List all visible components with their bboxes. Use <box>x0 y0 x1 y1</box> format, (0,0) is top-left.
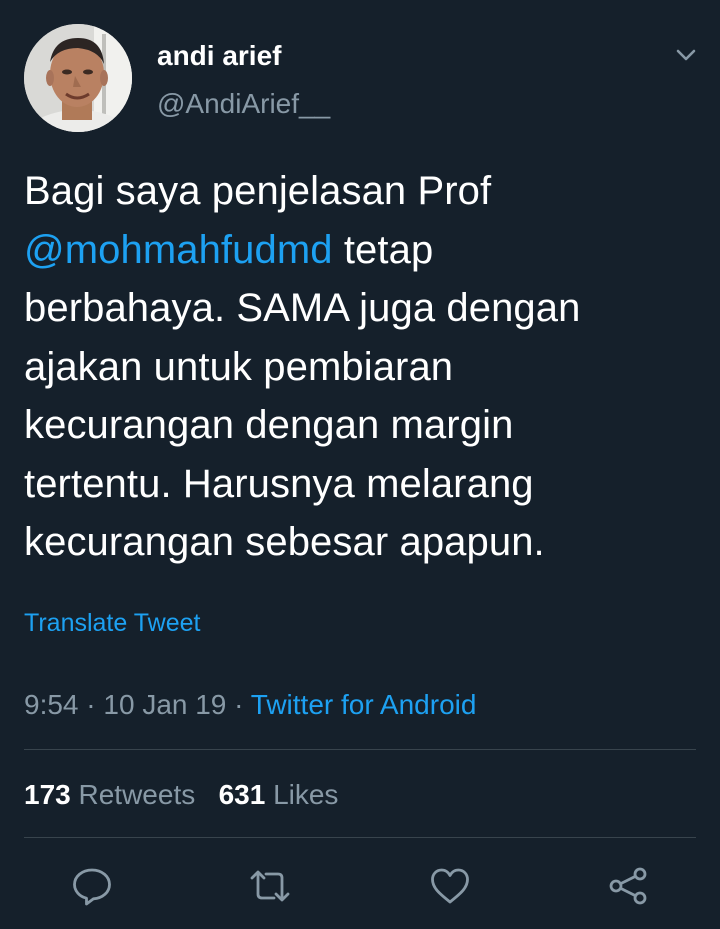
chevron-down-icon[interactable] <box>670 40 702 72</box>
mention-link[interactable]: @mohmahfudmd <box>24 228 333 272</box>
tweet-text-part: tetap berbahaya. SAMA juga dengan ajakan… <box>24 227 581 565</box>
tweet-date: 10 Jan 19 <box>103 689 227 720</box>
retweet-icon[interactable] <box>248 864 292 908</box>
retweets-stat[interactable]: 173 Retweets <box>24 779 195 810</box>
author-handle[interactable]: @AndiArief__ <box>157 88 330 120</box>
user-avatar-photo <box>24 24 132 132</box>
author-display-name[interactable]: andi arief <box>157 40 281 72</box>
avatar[interactable] <box>24 24 132 132</box>
translate-tweet-link[interactable]: Translate Tweet <box>24 608 200 638</box>
divider <box>24 837 696 838</box>
tweet-text-part: Bagi saya penjelasan Prof <box>24 169 492 213</box>
tweet-detail: andi arief @AndiArief__ Bagi saya penjel… <box>0 0 720 929</box>
likes-count: 631 <box>218 779 266 810</box>
likes-stat[interactable]: 631 Likes <box>219 779 339 810</box>
meta-separator: · <box>78 689 104 720</box>
tweet-time: 9:54 <box>24 689 79 720</box>
heart-icon[interactable] <box>428 864 472 908</box>
meta-separator: · <box>226 689 251 720</box>
share-icon[interactable] <box>606 864 650 908</box>
retweets-count: 173 <box>24 779 71 810</box>
tweet-text: Bagi saya penjelasan Prof @mohmahfudmd t… <box>24 162 704 572</box>
divider <box>24 749 696 750</box>
retweets-label: Retweets <box>78 779 196 810</box>
tweet-meta: 9:54 · 10 Jan 19 · Twitter for Android <box>24 688 476 722</box>
action-bar <box>0 864 720 910</box>
tweet-stats: 173 Retweets 631 Likes <box>24 778 338 812</box>
likes-label: Likes <box>273 779 339 810</box>
reply-icon[interactable] <box>70 864 114 908</box>
tweet-source-link[interactable]: Twitter for Android <box>251 689 477 720</box>
